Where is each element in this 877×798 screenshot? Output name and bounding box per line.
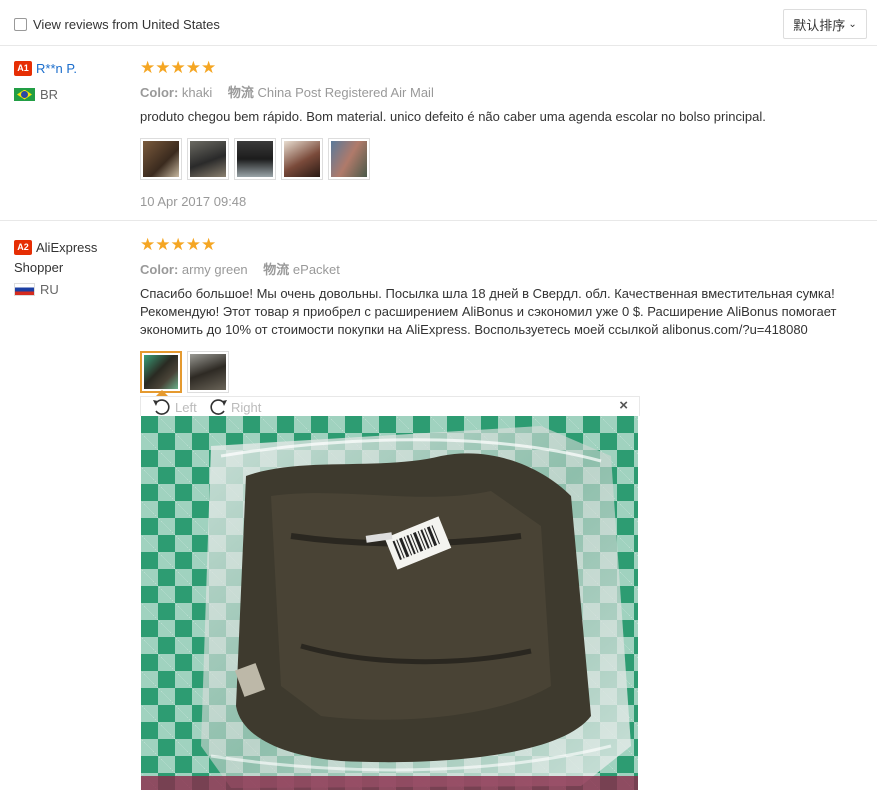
rotate-left-icon <box>153 399 170 415</box>
country-code: RU <box>40 282 59 297</box>
reviewer: A1 R**n P. <box>14 60 77 77</box>
country-code: BR <box>40 87 59 102</box>
review-text: produto chegou bem rápido. Bom material.… <box>140 109 766 124</box>
review-item: A2 AliExpress Shopper RU ★★★★★ Color: arm… <box>0 222 877 798</box>
reviewer-country: BR <box>14 87 58 102</box>
rating-stars: ★★★★★ <box>140 58 217 77</box>
photo-viewer: Left Right × <box>140 390 640 798</box>
russia-flag-icon <box>14 283 35 296</box>
rating-stars: ★★★★★ <box>140 235 217 254</box>
close-icon[interactable]: × <box>619 397 628 414</box>
photo-thumbnail[interactable] <box>140 138 182 180</box>
review-date: 10 Apr 2017 09:48 <box>140 194 247 209</box>
level-badge: A2 <box>14 240 32 256</box>
review-meta: Color: khaki 物流 China Post Registered Ai… <box>140 82 766 101</box>
review-photos <box>140 138 766 180</box>
level-badge: A1 <box>14 61 32 77</box>
photo-thumbnail-selected[interactable] <box>140 351 182 393</box>
rotate-right-button[interactable]: Right <box>207 398 261 416</box>
viewer-toolbar: Left Right × <box>140 396 640 416</box>
color-label: Color: <box>140 262 179 277</box>
review-meta: Color: army green 物流 ePacket <box>140 259 870 278</box>
us-filter-checkbox[interactable] <box>14 18 27 31</box>
sort-dropdown[interactable]: 默认排序 ⌄ <box>783 9 867 39</box>
shipping-label: 物流 <box>227 85 254 100</box>
photo-thumbnail[interactable] <box>328 138 370 180</box>
reviewer-name[interactable]: R**n P. <box>36 61 77 76</box>
rotate-right-label: Right <box>231 399 262 415</box>
color-value: khaki <box>181 85 213 100</box>
sort-label: 默认排序 <box>793 17 846 33</box>
photo-thumbnail[interactable] <box>234 138 276 180</box>
rotate-left-button[interactable]: Left <box>151 398 197 416</box>
color-value: army green <box>181 262 248 277</box>
shipping-value: China Post Registered Air Mail <box>257 85 434 100</box>
photo-thumbnail[interactable] <box>281 138 323 180</box>
rotate-left-label: Left <box>175 399 197 415</box>
us-filter-label: View reviews from United States <box>33 17 220 32</box>
review-item: A1 R**n P. BR ★★★★★ Color: khaki 物流 China… <box>0 47 877 221</box>
review-content: ★★★★★ Color: khaki 物流 China Post Registe… <box>140 59 766 209</box>
photo-thumbnail[interactable] <box>187 138 229 180</box>
review-photos <box>140 351 870 393</box>
review-content: ★★★★★ Color: army green 物流 ePacket Спаси… <box>140 236 870 393</box>
brazil-flag-icon <box>14 88 35 101</box>
us-filter[interactable]: View reviews from United States <box>14 17 220 32</box>
shipping-label: 物流 <box>263 262 290 277</box>
reviewer-country: RU <box>14 282 59 297</box>
rotate-right-icon <box>210 399 227 415</box>
chevron-down-icon: ⌄ <box>848 18 857 30</box>
shipping-value: ePacket <box>292 262 340 277</box>
color-label: Color: <box>140 85 179 100</box>
photo-thumbnail[interactable] <box>187 351 229 393</box>
reviews-toolbar: View reviews from United States 默认排序 ⌄ <box>0 0 877 46</box>
review-text: Спасибо большое! Мы очень довольны. Посы… <box>140 286 837 337</box>
enlarged-photo <box>141 416 638 790</box>
product-package-image <box>141 426 638 790</box>
reviewer: A2 AliExpress Shopper <box>14 237 124 277</box>
